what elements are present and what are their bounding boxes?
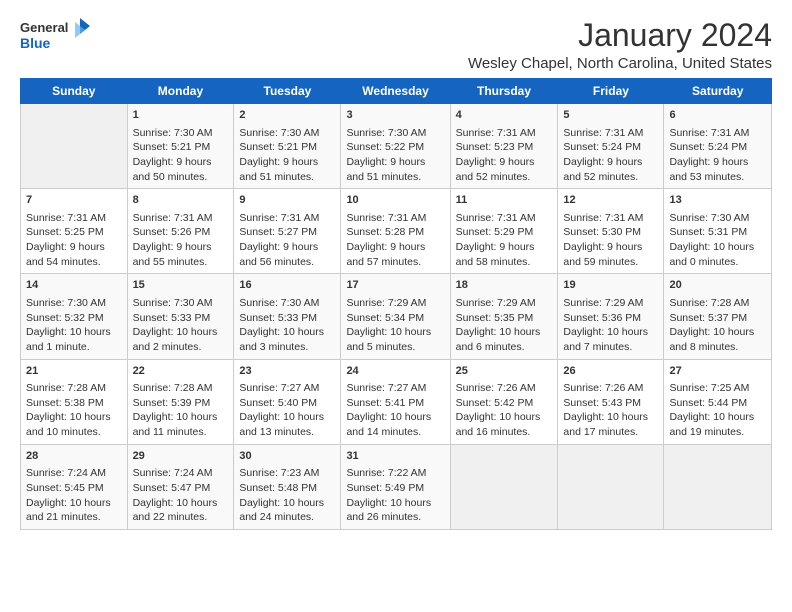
logo: General Blue	[20, 18, 90, 56]
day-cell: 29Sunrise: 7:24 AMSunset: 5:47 PMDayligh…	[127, 444, 234, 529]
day-number: 21	[26, 364, 122, 379]
day-cell: 6Sunrise: 7:31 AMSunset: 5:24 PMDaylight…	[664, 104, 772, 189]
header-monday: Monday	[127, 79, 234, 104]
svg-text:Blue: Blue	[20, 35, 51, 51]
day-number: 6	[669, 108, 766, 123]
day-cell: 25Sunrise: 7:26 AMSunset: 5:42 PMDayligh…	[450, 359, 558, 444]
day-number: 4	[456, 108, 553, 123]
header: General Blue January 2024 Wesley Chapel,…	[20, 18, 772, 72]
day-cell: 1Sunrise: 7:30 AMSunset: 5:21 PMDaylight…	[127, 104, 234, 189]
day-cell	[21, 104, 128, 189]
page: General Blue January 2024 Wesley Chapel,…	[0, 0, 792, 540]
day-cell: 10Sunrise: 7:31 AMSunset: 5:28 PMDayligh…	[341, 189, 450, 274]
week-row-0: 1Sunrise: 7:30 AMSunset: 5:21 PMDaylight…	[21, 104, 772, 189]
day-number: 11	[456, 193, 553, 208]
day-cell: 18Sunrise: 7:29 AMSunset: 5:35 PMDayligh…	[450, 274, 558, 359]
day-number: 16	[239, 278, 335, 293]
day-cell: 4Sunrise: 7:31 AMSunset: 5:23 PMDaylight…	[450, 104, 558, 189]
day-cell: 5Sunrise: 7:31 AMSunset: 5:24 PMDaylight…	[558, 104, 664, 189]
header-row: Sunday Monday Tuesday Wednesday Thursday…	[21, 79, 772, 104]
day-number: 3	[346, 108, 444, 123]
day-cell: 27Sunrise: 7:25 AMSunset: 5:44 PMDayligh…	[664, 359, 772, 444]
day-number: 26	[563, 364, 658, 379]
day-cell: 12Sunrise: 7:31 AMSunset: 5:30 PMDayligh…	[558, 189, 664, 274]
day-number: 29	[133, 449, 229, 464]
calendar-table: Sunday Monday Tuesday Wednesday Thursday…	[20, 78, 772, 530]
day-cell: 28Sunrise: 7:24 AMSunset: 5:45 PMDayligh…	[21, 444, 128, 529]
logo-svg: General Blue	[20, 18, 90, 56]
day-number: 2	[239, 108, 335, 123]
day-number: 8	[133, 193, 229, 208]
day-number: 23	[239, 364, 335, 379]
day-cell: 20Sunrise: 7:28 AMSunset: 5:37 PMDayligh…	[664, 274, 772, 359]
day-number: 15	[133, 278, 229, 293]
svg-text:General: General	[20, 20, 68, 35]
day-cell: 2Sunrise: 7:30 AMSunset: 5:21 PMDaylight…	[234, 104, 341, 189]
day-number: 28	[26, 449, 122, 464]
day-cell: 22Sunrise: 7:28 AMSunset: 5:39 PMDayligh…	[127, 359, 234, 444]
day-cell: 9Sunrise: 7:31 AMSunset: 5:27 PMDaylight…	[234, 189, 341, 274]
day-number: 18	[456, 278, 553, 293]
day-cell: 8Sunrise: 7:31 AMSunset: 5:26 PMDaylight…	[127, 189, 234, 274]
day-number: 14	[26, 278, 122, 293]
day-cell: 13Sunrise: 7:30 AMSunset: 5:31 PMDayligh…	[664, 189, 772, 274]
header-saturday: Saturday	[664, 79, 772, 104]
day-number: 5	[563, 108, 658, 123]
calendar-title: January 2024	[468, 18, 772, 53]
day-number: 17	[346, 278, 444, 293]
day-cell: 23Sunrise: 7:27 AMSunset: 5:40 PMDayligh…	[234, 359, 341, 444]
day-cell	[664, 444, 772, 529]
day-number: 30	[239, 449, 335, 464]
day-cell: 19Sunrise: 7:29 AMSunset: 5:36 PMDayligh…	[558, 274, 664, 359]
header-thursday: Thursday	[450, 79, 558, 104]
day-number: 20	[669, 278, 766, 293]
day-number: 13	[669, 193, 766, 208]
day-cell: 14Sunrise: 7:30 AMSunset: 5:32 PMDayligh…	[21, 274, 128, 359]
day-cell: 7Sunrise: 7:31 AMSunset: 5:25 PMDaylight…	[21, 189, 128, 274]
day-number: 25	[456, 364, 553, 379]
header-wednesday: Wednesday	[341, 79, 450, 104]
day-number: 12	[563, 193, 658, 208]
day-cell: 11Sunrise: 7:31 AMSunset: 5:29 PMDayligh…	[450, 189, 558, 274]
day-cell: 26Sunrise: 7:26 AMSunset: 5:43 PMDayligh…	[558, 359, 664, 444]
week-row-3: 21Sunrise: 7:28 AMSunset: 5:38 PMDayligh…	[21, 359, 772, 444]
day-cell: 16Sunrise: 7:30 AMSunset: 5:33 PMDayligh…	[234, 274, 341, 359]
day-cell: 15Sunrise: 7:30 AMSunset: 5:33 PMDayligh…	[127, 274, 234, 359]
day-number: 7	[26, 193, 122, 208]
day-number: 22	[133, 364, 229, 379]
day-cell: 30Sunrise: 7:23 AMSunset: 5:48 PMDayligh…	[234, 444, 341, 529]
calendar-subtitle: Wesley Chapel, North Carolina, United St…	[468, 55, 772, 72]
header-tuesday: Tuesday	[234, 79, 341, 104]
day-number: 19	[563, 278, 658, 293]
header-friday: Friday	[558, 79, 664, 104]
day-cell: 31Sunrise: 7:22 AMSunset: 5:49 PMDayligh…	[341, 444, 450, 529]
day-cell	[558, 444, 664, 529]
day-cell: 24Sunrise: 7:27 AMSunset: 5:41 PMDayligh…	[341, 359, 450, 444]
week-row-4: 28Sunrise: 7:24 AMSunset: 5:45 PMDayligh…	[21, 444, 772, 529]
day-cell: 21Sunrise: 7:28 AMSunset: 5:38 PMDayligh…	[21, 359, 128, 444]
day-number: 24	[346, 364, 444, 379]
day-number: 27	[669, 364, 766, 379]
day-number: 10	[346, 193, 444, 208]
day-cell	[450, 444, 558, 529]
day-number: 9	[239, 193, 335, 208]
header-sunday: Sunday	[21, 79, 128, 104]
day-number: 31	[346, 449, 444, 464]
day-cell: 17Sunrise: 7:29 AMSunset: 5:34 PMDayligh…	[341, 274, 450, 359]
title-area: January 2024 Wesley Chapel, North Caroli…	[468, 18, 772, 72]
week-row-2: 14Sunrise: 7:30 AMSunset: 5:32 PMDayligh…	[21, 274, 772, 359]
week-row-1: 7Sunrise: 7:31 AMSunset: 5:25 PMDaylight…	[21, 189, 772, 274]
day-number: 1	[133, 108, 229, 123]
day-cell: 3Sunrise: 7:30 AMSunset: 5:22 PMDaylight…	[341, 104, 450, 189]
